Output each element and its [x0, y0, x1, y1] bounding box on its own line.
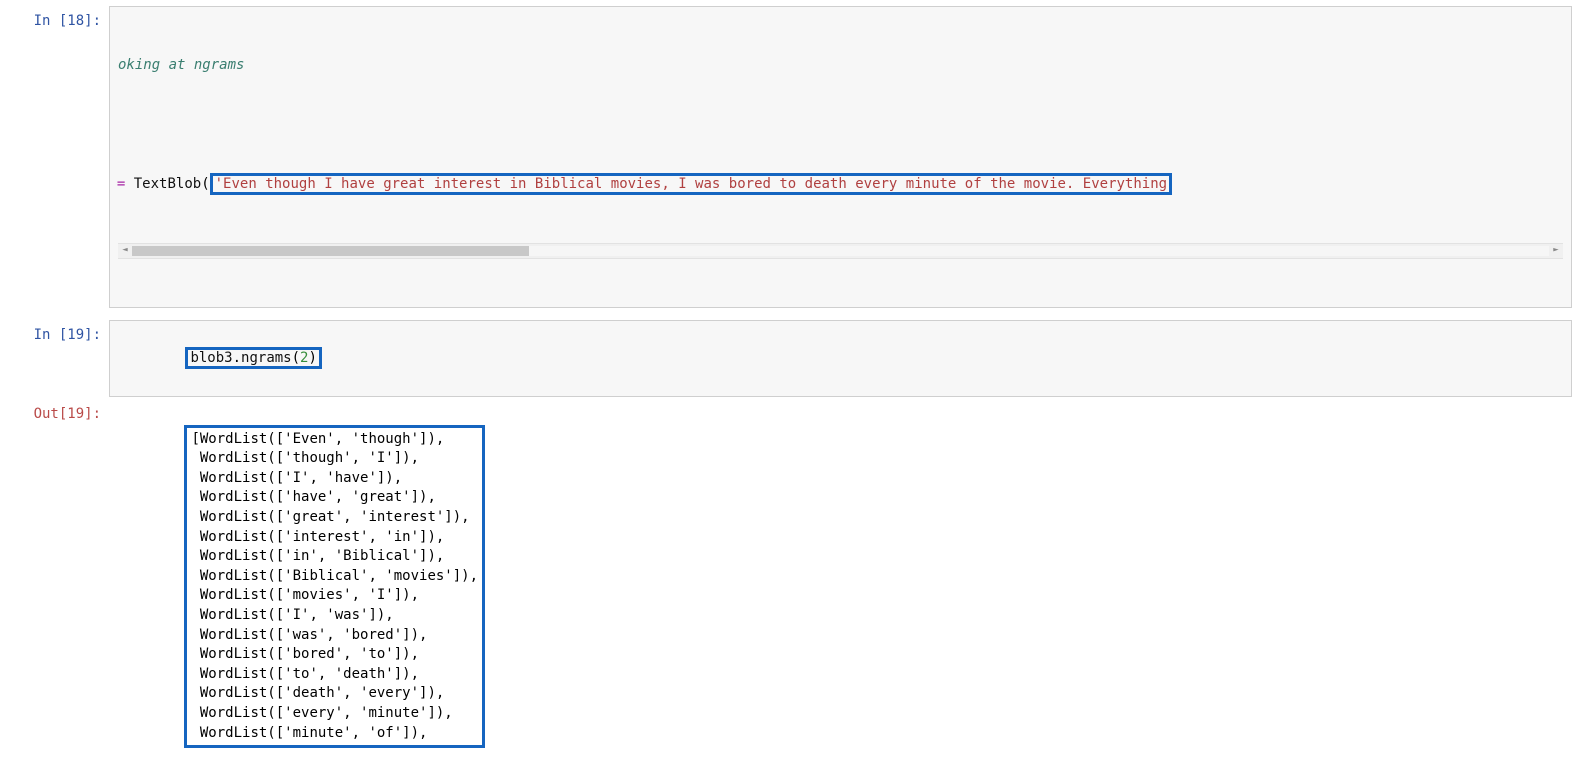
code-line-1: oking at ngrams [118, 55, 1563, 76]
cell-in-18: In [18]: oking at ngrams 3 = TextBlob('E… [0, 6, 1578, 308]
input-prompt: In [19]: [6, 320, 109, 397]
output-line: WordList(['great', 'interest']), [191, 508, 478, 528]
output-area: [WordList(['Even', 'though']), WordList(… [109, 399, 1572, 774]
lparen: ( [292, 350, 300, 366]
output-line: WordList(['death', 'every']), [191, 684, 478, 704]
output-line: WordList(['have', 'great']), [191, 488, 478, 508]
obj-name: blob3 [190, 350, 232, 366]
output-line: WordList(['interest', 'in']), [191, 528, 478, 548]
horizontal-scrollbar[interactable]: ◄ ► [118, 243, 1563, 259]
input-prompt: In [18]: [6, 6, 109, 308]
cell-body: blob3.ngrams(2) [109, 320, 1572, 397]
output-line: WordList(['Biblical', 'movies']), [191, 567, 478, 587]
scroll-track[interactable] [132, 246, 1549, 256]
output-line: WordList(['bored', 'to']), [191, 645, 478, 665]
comment-fragment: oking at ngrams [118, 57, 244, 73]
scroll-left-arrow-icon[interactable]: ◄ [118, 244, 132, 258]
output-line: WordList(['in', 'Biblical']), [191, 547, 478, 567]
cell-gap [0, 310, 1578, 320]
output-line: WordList(['minute', 'of']), [191, 724, 478, 744]
notebook-container: In [18]: oking at ngrams 3 = TextBlob('E… [0, 0, 1578, 774]
output-line: [WordList(['Even', 'though']), [191, 430, 478, 450]
string-literal: 'Even though I have great interest in Bi… [215, 176, 1167, 192]
output-line: WordList(['every', 'minute']), [191, 704, 478, 724]
rparen: ) [308, 350, 316, 366]
cell-in-19: In [19]: blob3.ngrams(2) [0, 320, 1578, 397]
code-input-area[interactable]: blob3.ngrams(2) [109, 320, 1572, 397]
output-line: WordList(['I', 'was']), [191, 606, 478, 626]
class-name-fragment: TextBlob [134, 176, 201, 192]
code-input-area[interactable]: oking at ngrams 3 = TextBlob('Even thoug… [109, 6, 1572, 308]
blank-line [118, 118, 1563, 132]
output-line: WordList(['was', 'bored']), [191, 626, 478, 646]
cell-body: oking at ngrams 3 = TextBlob('Even thoug… [109, 6, 1572, 308]
dot: . [233, 350, 241, 366]
method-name: ngrams [241, 350, 292, 366]
output-line: WordList(['to', 'death']), [191, 665, 478, 685]
output-line: WordList(['though', 'I']), [191, 449, 478, 469]
cell-out-19: Out[19]: [WordList(['Even', 'though']), … [0, 399, 1578, 774]
output-highlight: [WordList(['Even', 'though']), WordList(… [184, 425, 485, 749]
string-highlight: 'Even though I have great interest in Bi… [210, 173, 1172, 195]
scroll-right-arrow-icon[interactable]: ► [1549, 244, 1563, 258]
cell-body: [WordList(['Even', 'though']), WordList(… [109, 399, 1572, 774]
code-line-2: 3 = TextBlob('Even though I have great i… [109, 174, 1563, 195]
expression-highlight: blob3.ngrams(2) [185, 347, 321, 369]
output-prompt: Out[19]: [6, 399, 109, 774]
output-line: WordList(['I', 'have']), [191, 469, 478, 489]
scroll-thumb[interactable] [132, 246, 529, 256]
output-line: WordList(['movies', 'I']), [191, 586, 478, 606]
